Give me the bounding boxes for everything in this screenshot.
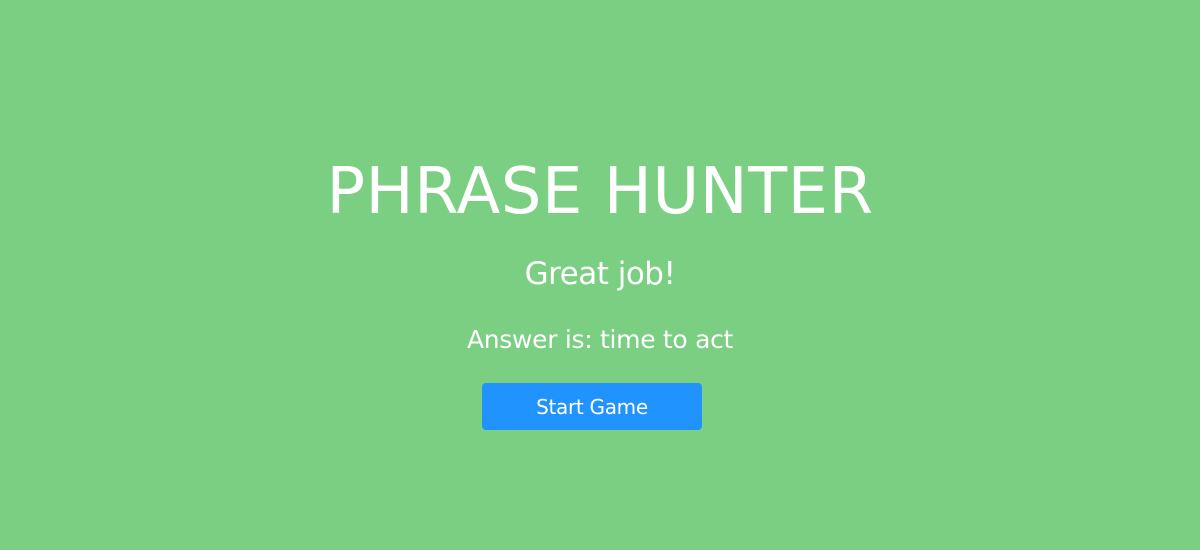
game-title: PHRASE HUNTER	[326, 155, 874, 229]
game-overlay: PHRASE HUNTER Great job! Answer is: time…	[0, 0, 1200, 550]
start-game-button[interactable]: Start Game	[482, 383, 702, 430]
result-message: Great job!	[524, 256, 676, 292]
answer-text: Answer is: time to act	[466, 325, 734, 354]
